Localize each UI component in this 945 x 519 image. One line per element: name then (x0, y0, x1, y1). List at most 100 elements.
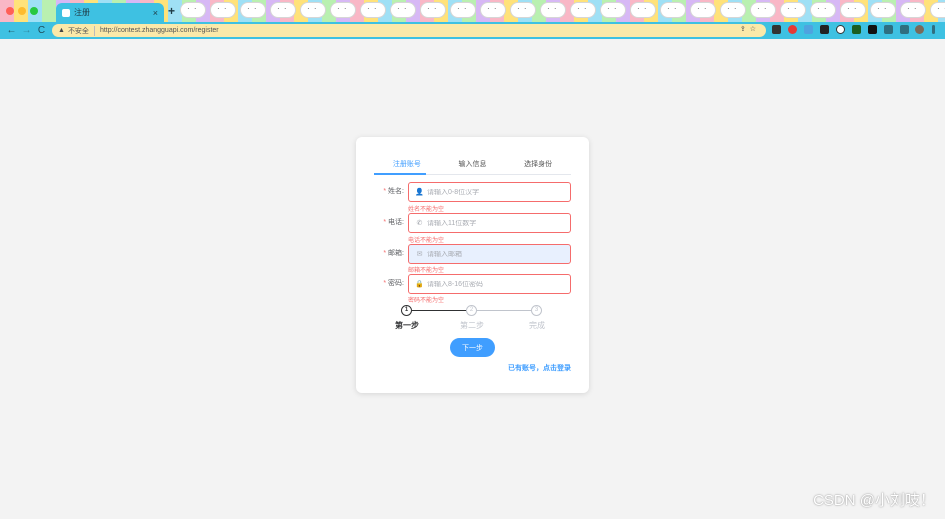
tab-title: 注册 (74, 8, 90, 17)
close-window-dot[interactable] (6, 7, 14, 15)
cloud-decoration (300, 2, 326, 18)
email-input[interactable] (427, 250, 567, 258)
cloud-decoration (510, 2, 536, 18)
step-2-circle: 2 (466, 305, 477, 316)
back-icon[interactable]: ← (4, 25, 19, 36)
password-error: 密码不能为空 (408, 298, 445, 304)
mail-icon: ✉ (416, 251, 423, 258)
cloud-decoration (810, 2, 836, 18)
required-mark: * (383, 250, 387, 257)
cloud-decoration (540, 2, 566, 18)
cloud-decoration (480, 2, 506, 18)
name-label: * 姓名: (374, 182, 408, 202)
step-2-title: 第二步 (460, 321, 484, 330)
tab-input-info[interactable]: 输入信息 (440, 159, 506, 174)
new-tab-button[interactable]: + (168, 4, 175, 18)
cloud-decoration (240, 2, 266, 18)
cloud-decoration (840, 2, 866, 18)
cloud-decoration (720, 2, 746, 18)
menu-icon[interactable] (932, 25, 935, 34)
cloud-decoration (570, 2, 596, 18)
register-card: 注册账号 输入信息 选择身份 *姓名: 👤 姓名不能为空 *电话: ✆ 电话不能… (356, 137, 589, 393)
password-input[interactable] (427, 280, 567, 288)
extension-icon[interactable] (868, 25, 877, 34)
phone-error: 电话不能为空 (408, 238, 445, 244)
extension-icon[interactable] (804, 25, 813, 34)
profile-avatar[interactable] (915, 25, 924, 34)
email-row: * 邮箱: ✉ (374, 244, 571, 264)
cloud-decoration (450, 2, 476, 18)
password-label-text: 密码: (388, 280, 404, 287)
extension-icon[interactable] (852, 25, 861, 34)
cloud-decoration (390, 2, 416, 18)
password-label: * 密码: (374, 274, 408, 294)
maximize-window-dot[interactable] (30, 7, 38, 15)
user-icon: 👤 (415, 189, 424, 196)
cloud-decoration (330, 2, 356, 18)
cloud-decoration (630, 2, 656, 18)
address-bar[interactable]: ▲ 不安全 http://contest.zhangguapi.com/regi… (52, 24, 766, 37)
bookmark-star-icon[interactable]: ⇪☆ (740, 25, 760, 33)
tab-choose-identity[interactable]: 选择身份 (505, 159, 571, 174)
forward-icon[interactable]: → (19, 25, 34, 36)
required-mark: * (383, 280, 387, 287)
favicon-icon (62, 8, 70, 17)
cloud-decoration (210, 2, 236, 18)
phone-icon: ✆ (416, 220, 423, 227)
name-input[interactable] (427, 188, 567, 196)
required-mark: * (383, 188, 387, 195)
email-error: 邮箱不能为空 (408, 268, 445, 274)
cloud-decoration (420, 2, 446, 18)
email-input-wrapper[interactable]: ✉ (408, 244, 571, 264)
step-1-title: 第一步 (395, 321, 419, 330)
browser-tab[interactable]: 注册 × (56, 3, 164, 22)
steps: 1 2 3 第一步 第二步 完成 (374, 305, 571, 335)
cloud-decoration (900, 2, 926, 18)
cloud-decoration (750, 2, 776, 18)
name-error: 姓名不能为空 (408, 207, 445, 213)
step-3-title: 完成 (529, 321, 545, 330)
email-label: * 邮箱: (374, 244, 408, 264)
name-label-text: 姓名: (388, 188, 404, 195)
step-3-circle: 3 (531, 305, 542, 316)
extension-icon[interactable] (836, 25, 845, 34)
cloud-decoration (600, 2, 626, 18)
reload-icon[interactable]: C (34, 25, 49, 36)
phone-label: * 电话: (374, 213, 408, 233)
required-mark: * (383, 219, 387, 226)
step-connector (477, 310, 531, 311)
phone-input-wrapper[interactable]: ✆ (408, 213, 571, 233)
extension-icon[interactable] (820, 25, 829, 34)
login-link[interactable]: 已有账号，点击登录 (508, 363, 571, 373)
cloud-decoration (870, 2, 896, 18)
register-tabs: 注册账号 输入信息 选择身份 (374, 159, 571, 175)
phone-row: * 电话: ✆ (374, 213, 571, 233)
cloud-decoration (360, 2, 386, 18)
phone-input[interactable] (427, 219, 567, 227)
password-input-wrapper[interactable]: 🔒 (408, 274, 571, 294)
name-row: * 姓名: 👤 (374, 182, 571, 202)
next-step-button[interactable]: 下一步 (450, 338, 495, 357)
cloud-decoration (930, 2, 945, 18)
lock-icon: 🔒 (415, 281, 424, 288)
insecure-label[interactable]: 不安全 (68, 25, 95, 36)
puzzle-icon[interactable] (884, 25, 893, 34)
step-connector (412, 310, 466, 311)
browser-toolbar: ← → C ▲ 不安全 http://contest.zhangguapi.co… (0, 22, 945, 39)
name-input-wrapper[interactable]: 👤 (408, 182, 571, 202)
phone-label-text: 电话: (388, 219, 404, 226)
extension-icon[interactable] (772, 25, 781, 34)
email-label-text: 邮箱: (388, 250, 404, 257)
cloud-decoration (690, 2, 716, 18)
tab-close-icon[interactable]: × (153, 8, 158, 18)
watermark: CSDN @小刘吱！ (813, 492, 935, 509)
extension-icon[interactable] (788, 25, 797, 34)
cloud-decoration (780, 2, 806, 18)
cloud-decoration (660, 2, 686, 18)
url-text[interactable]: http://contest.zhangguapi.com/register (100, 27, 219, 34)
sidebar-icon[interactable] (900, 25, 909, 34)
minimize-window-dot[interactable] (18, 7, 26, 15)
browser-tab-strip: 注册 × + (0, 0, 945, 22)
tab-register-account[interactable]: 注册账号 (374, 159, 440, 174)
warning-icon[interactable]: ▲ (58, 27, 65, 34)
